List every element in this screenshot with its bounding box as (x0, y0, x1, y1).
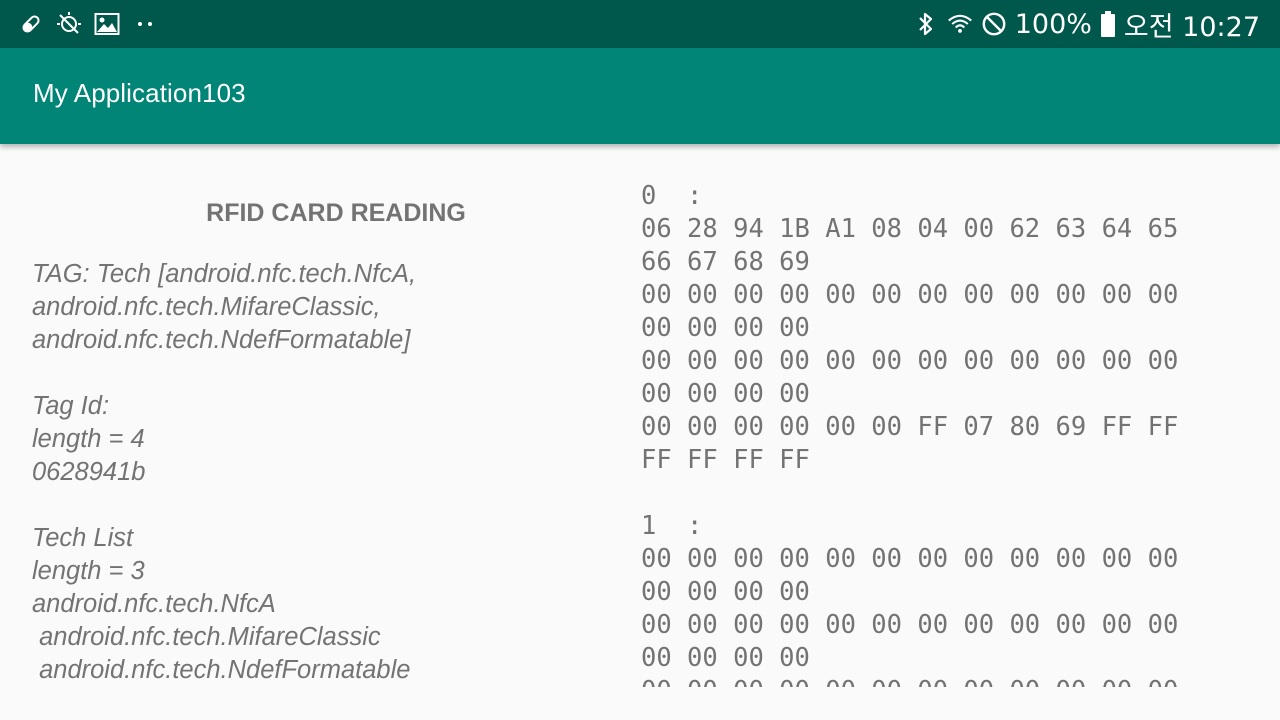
do-not-disturb-icon (981, 10, 1007, 38)
more-dots-icon (132, 11, 158, 37)
rfid-heading: RFID CARD READING (206, 199, 466, 227)
tag-info-text: TAG: Tech [android.nfc.tech.NfcA, androi… (32, 260, 417, 684)
eraser-icon (18, 11, 44, 37)
system-status: 100% 오전 10:27 (913, 6, 1260, 43)
tag-info-panel: RFID CARD READING TAG: Tech [android.nfc… (32, 144, 612, 704)
sync-off-icon (56, 11, 82, 37)
image-icon (94, 11, 120, 37)
status-bar: 100% 오전 10:27 (0, 0, 1280, 48)
bluetooth-icon (913, 10, 939, 38)
sector-dump-panel[interactable]: 0 : 06 28 94 1B A1 08 04 00 62 63 64 65 … (641, 180, 1261, 687)
wifi-icon (947, 10, 973, 38)
app-title: My Application103 (33, 78, 246, 108)
clock: 오전 10:27 (1123, 11, 1260, 43)
notification-icons (18, 10, 158, 38)
sector-hex-dump: 0 : 06 28 94 1B A1 08 04 00 62 63 64 65 … (641, 181, 1179, 687)
battery-percent: 100% (1014, 8, 1092, 40)
app-bar: My Application103 (0, 48, 1280, 144)
battery-icon (1100, 10, 1116, 38)
